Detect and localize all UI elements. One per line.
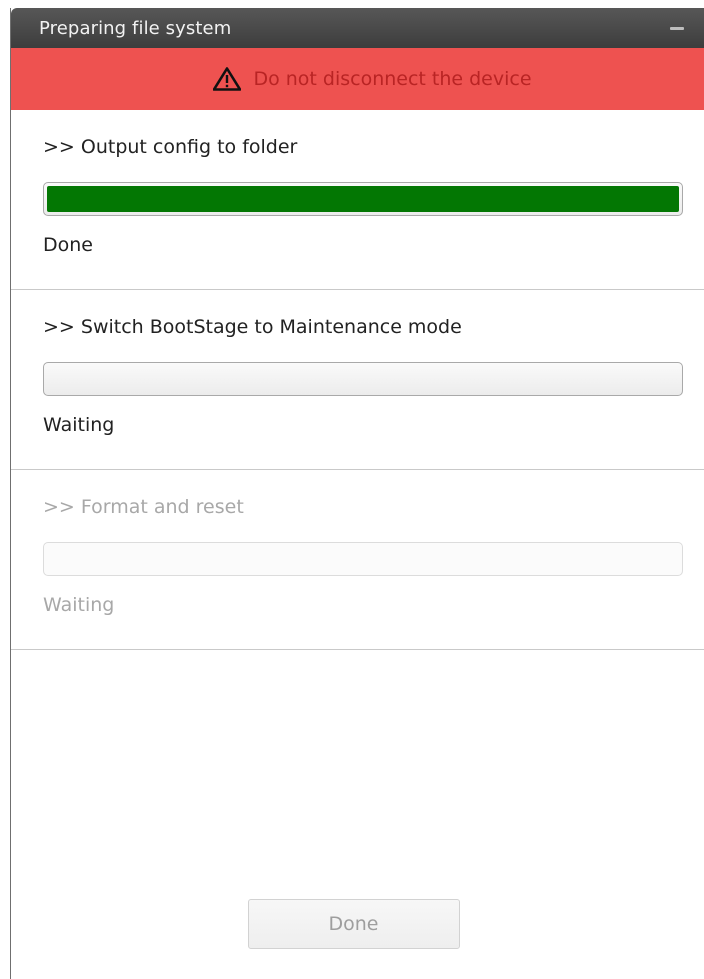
step-title: >> Output config to folder bbox=[43, 136, 298, 158]
warning-text: Do not disconnect the device bbox=[253, 68, 532, 90]
title-bar[interactable]: Preparing file system bbox=[11, 8, 704, 48]
window-title: Preparing file system bbox=[39, 17, 232, 39]
step-switch-bootstage: >> Switch BootStage to Maintenance mode … bbox=[11, 290, 704, 470]
preparing-file-system-dialog: Preparing file system Do not disconnect … bbox=[10, 8, 704, 979]
step-title: >> Switch BootStage to Maintenance mode bbox=[43, 316, 462, 338]
progress-bar bbox=[43, 542, 683, 576]
step-format-and-reset: >> Format and reset Waiting bbox=[11, 470, 704, 650]
minimize-icon bbox=[670, 26, 684, 30]
minimize-button[interactable] bbox=[666, 18, 688, 38]
step-status: Waiting bbox=[43, 594, 115, 616]
warning-triangle-icon bbox=[213, 67, 242, 91]
done-button[interactable]: Done bbox=[247, 899, 460, 949]
progress-bar bbox=[43, 182, 683, 216]
warning-banner: Do not disconnect the device bbox=[11, 48, 704, 110]
progress-fill bbox=[47, 186, 679, 212]
step-status: Done bbox=[43, 234, 93, 256]
step-output-config: >> Output config to folder Done bbox=[11, 110, 704, 290]
dialog-footer: Done bbox=[11, 899, 704, 979]
step-status: Waiting bbox=[43, 414, 115, 436]
progress-bar bbox=[43, 362, 683, 396]
step-title: >> Format and reset bbox=[43, 496, 244, 518]
